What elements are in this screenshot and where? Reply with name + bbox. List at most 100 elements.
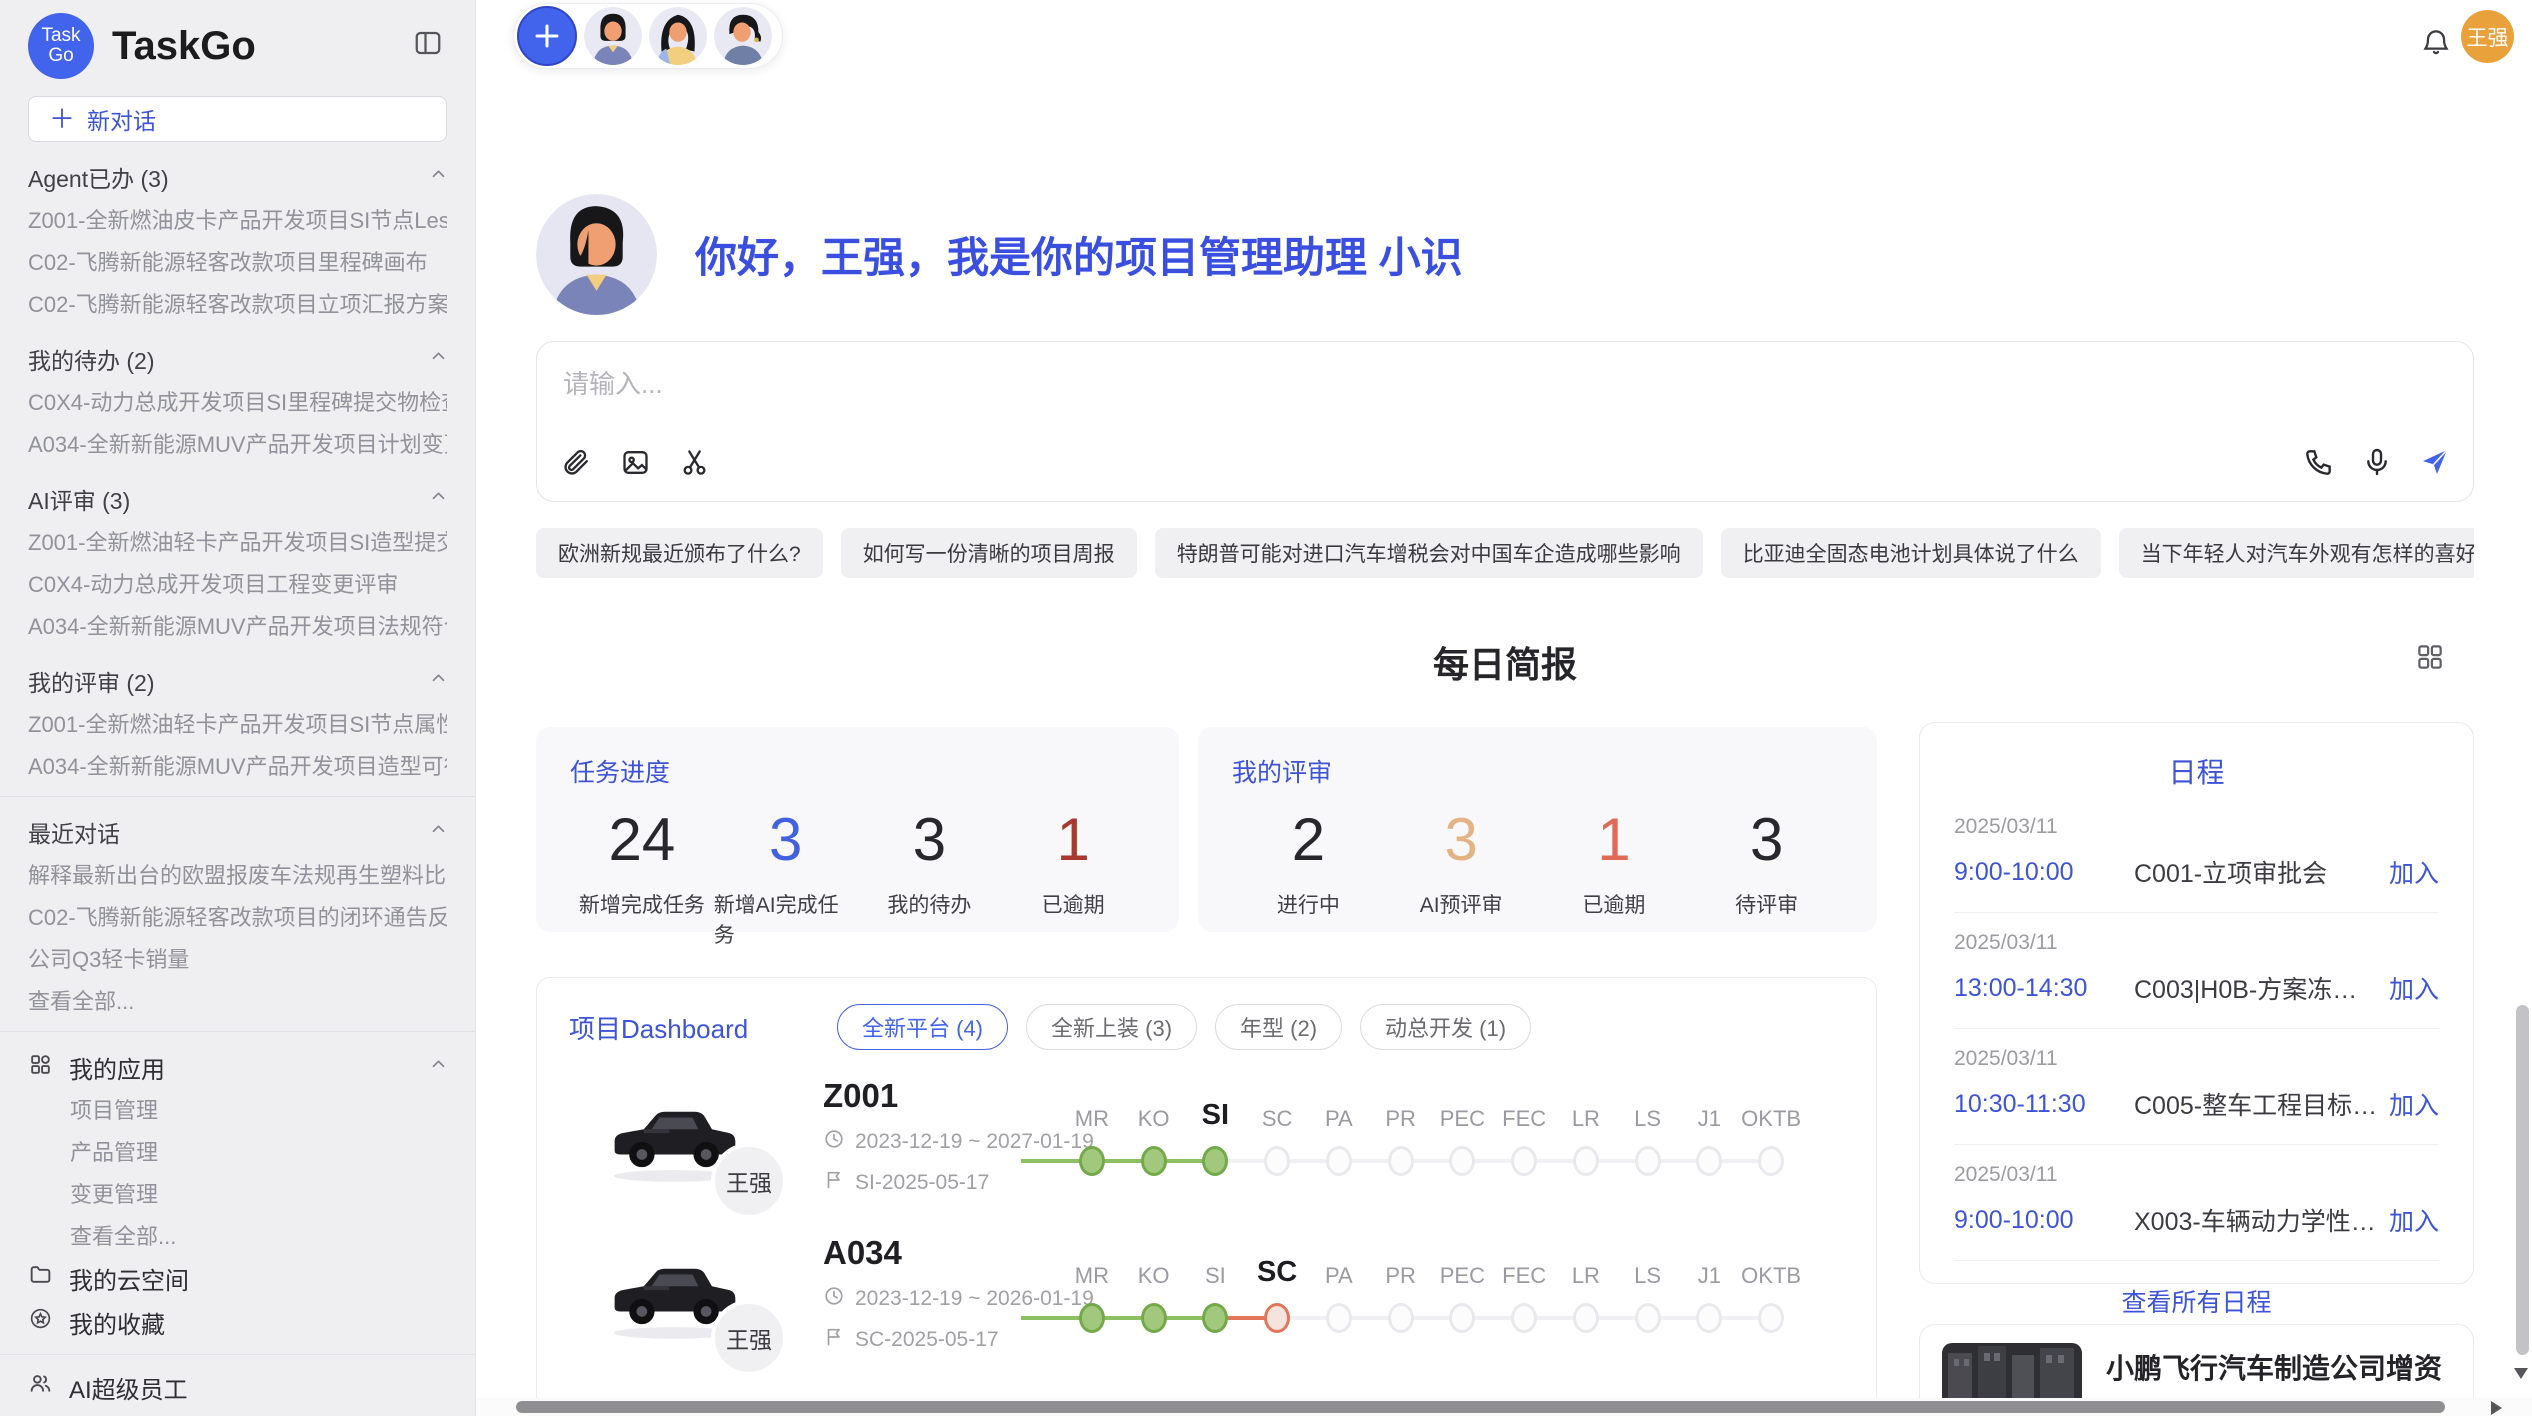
my-apps-left: 我的应用 [28, 1050, 165, 1085]
milestone-label: SI [1202, 1098, 1229, 1132]
app-item[interactable]: 查看全部... [28, 1214, 447, 1256]
sidebar-my-apps[interactable]: 我的应用 [28, 1046, 447, 1088]
app-item[interactable]: 项目管理 [28, 1088, 447, 1130]
sidebar-task-item[interactable]: A034-全新新能源MUV产品开发项目计划变更表编写 [28, 422, 447, 464]
send-icon[interactable] [2419, 446, 2451, 483]
app-item[interactable]: 产品管理 [28, 1130, 447, 1172]
milestone-label: MR [1075, 1255, 1109, 1289]
join-meeting-link[interactable]: 加入 [2389, 1086, 2439, 1122]
milestone-SC: SC [1246, 1098, 1308, 1176]
flag-icon [823, 1169, 845, 1197]
scroll-down-arrow[interactable] [2514, 1368, 2528, 1379]
sidebar-task-item[interactable]: C02-飞腾新能源轻客改款项目里程碑画布 [28, 240, 447, 282]
suggestion-chip[interactable]: 如何写一份清晰的项目周报 [841, 528, 1137, 578]
milestone-LS: LS [1617, 1255, 1679, 1333]
sidebar-tool-write[interactable]: 帮我写作 [28, 1409, 447, 1416]
dashboard-filter-chip[interactable]: 全新上装 (3) [1026, 1004, 1197, 1050]
join-meeting-link[interactable]: 加入 [2389, 1202, 2439, 1238]
sidebar-tool-people[interactable]: AI超级员工 [28, 1365, 447, 1409]
dashboard-filter-chip[interactable]: 年型 (2) [1215, 1004, 1342, 1050]
dashboard-filter-chip[interactable]: 动总开发 (1) [1360, 1004, 1531, 1050]
new-chat-label: 新对话 [87, 102, 156, 136]
chat-input[interactable]: 请输入... [563, 364, 663, 401]
sidebar-item-folder[interactable]: 我的云空间 [28, 1256, 447, 1300]
project-date-range: 2023-12-19 ~ 2026-01-19 [855, 1287, 1094, 1311]
vertical-scrollbar [2514, 0, 2530, 1398]
sidebar-section-0[interactable]: Agent已办 (3) [28, 156, 447, 198]
stat-card: 我的评审2进行中3AI预评审1已逾期3待评审 [1198, 727, 1877, 932]
project-row[interactable]: 王强Z0012023-12-19 ~ 2027-01-19SI-2025-05-… [537, 1058, 1876, 1215]
milestone-dot [1758, 1146, 1784, 1176]
stat-label: 已逾期 [1582, 889, 1645, 919]
sidebar-task-item[interactable]: Z001-全新燃油轻卡产品开发项目SI节点属性5D文件评审 [28, 702, 447, 744]
suggestion-chip[interactable]: 特朗普可能对进口汽车增税会对中国车企造成哪些影响 [1155, 528, 1703, 578]
stat-label: 我的待办 [887, 889, 971, 919]
image-icon[interactable] [620, 447, 651, 483]
add-assistant-button[interactable] [517, 6, 577, 66]
divider [0, 1354, 475, 1355]
recent-chat-item[interactable]: 解释最新出台的欧盟报废车法规再生塑料比例被调至15%... [28, 853, 447, 895]
plus-icon: ＋ [49, 106, 75, 132]
horizontal-scrollbar-thumb[interactable] [516, 1401, 2445, 1413]
stat-label: AI预评审 [1420, 889, 1503, 919]
briefing-layout-grid-icon[interactable] [2415, 642, 2445, 672]
mic-icon[interactable] [2361, 446, 2393, 483]
milestone-label: KO [1138, 1255, 1170, 1289]
paperclip-icon[interactable] [561, 447, 592, 483]
notifications-bell-icon[interactable] [2420, 26, 2452, 58]
briefing-stat-cards: 任务进度24新增完成任务3新增AI完成任务3我的待办1已逾期我的评审2进行中3A… [536, 727, 1877, 932]
event-row: 13:00-14:30C003|H0B-方案冻结评审加入 [1954, 970, 2439, 1006]
phone-icon[interactable] [2303, 446, 2335, 483]
scroll-right-arrow[interactable] [2491, 1401, 2502, 1415]
stat-columns: 2进行中3AI预评审1已逾期3待评审 [1232, 807, 1843, 919]
milestone-label: PA [1325, 1255, 1353, 1289]
sidebar-section-2[interactable]: AI评审 (3) [28, 478, 447, 520]
sidebar-item-star[interactable]: 我的收藏 [28, 1300, 447, 1344]
sidebar-item-label: 我的收藏 [69, 1305, 165, 1340]
assistant-avatar-3[interactable] [714, 7, 772, 65]
project-row[interactable]: 王强A0342023-12-19 ~ 2026-01-19SC-2025-05-… [537, 1215, 1876, 1372]
app-item[interactable]: 变更管理 [28, 1172, 447, 1214]
suggestion-chip[interactable]: 比亚迪全固态电池计划具体说了什么 [1721, 528, 2101, 578]
recent-chat-item[interactable]: 查看全部... [28, 979, 447, 1021]
milestone-PA: PA [1308, 1098, 1370, 1176]
suggestion-chip[interactable]: 欧洲新规最近颁布了什么? [536, 528, 823, 578]
join-meeting-link[interactable]: 加入 [2389, 970, 2439, 1006]
sidebar-task-item[interactable]: Z001-全新燃油皮卡产品开发项目SI节点Lesson Learn报告 [28, 198, 447, 240]
stat-value: 24 [609, 807, 676, 873]
sidebar-task-item[interactable]: A034-全新新能源MUV产品开发项目法规符合性评审 [28, 604, 447, 646]
divider [0, 1031, 475, 1032]
greeting-title: 你好，王强，我是你的项目管理助理 小识 [695, 224, 1463, 285]
milestone-dot [1079, 1303, 1105, 1333]
stat-value: 2 [1292, 807, 1325, 873]
sidebar-section-1-label: 我的待办 (2) [28, 342, 155, 376]
sidebar-section-recent[interactable]: 最近对话 [28, 811, 447, 853]
sidebar-task-item[interactable]: C0X4-动力总成开发项目工程变更评审 [28, 562, 447, 604]
sidebar-task-item[interactable]: A034-全新新能源MUV产品开发项目造型可行性评审 [28, 744, 447, 786]
sidebar-section-1[interactable]: 我的待办 (2) [28, 338, 447, 380]
sidebar-task-item[interactable]: C0X4-动力总成开发项目SI里程碑提交物检查 [28, 380, 447, 422]
sidebar-collapse-icon[interactable] [413, 28, 445, 60]
event-name: C003|H0B-方案冻结评审 [2134, 970, 2379, 1006]
scissors-icon[interactable] [679, 447, 710, 483]
recent-chat-item[interactable]: C02-飞腾新能源轻客改款项目的闭环通告反馈情况 [28, 895, 447, 937]
assistant-avatar-1[interactable] [584, 7, 642, 65]
sidebar-section-3[interactable]: 我的评审 (2) [28, 660, 447, 702]
milestone-KO: KO [1123, 1098, 1185, 1176]
user-avatar[interactable]: 王强 [2461, 10, 2514, 63]
schedule-event: 2025/03/119:00-10:00C001-立项审批会加入 [1954, 797, 2439, 913]
milestone-KO: KO [1123, 1255, 1185, 1333]
sidebar-task-item[interactable]: Z001-全新燃油轻卡产品开发项目SI造型提交物评审 [28, 520, 447, 562]
assistant-avatar-2[interactable] [649, 7, 707, 65]
vertical-scrollbar-thumb[interactable] [2516, 1005, 2529, 1355]
dashboard-filter-chip[interactable]: 全新平台 (4) [837, 1004, 1008, 1050]
sidebar-task-item[interactable]: C02-飞腾新能源轻客改款项目立项汇报方案 [28, 282, 447, 324]
project-owner-chip: 王强 [711, 1300, 787, 1376]
recent-chat-item[interactable]: 公司Q3轻卡销量 [28, 937, 447, 979]
suggestion-chip[interactable]: 当下年轻人对汽车外观有怎样的喜好趋势 [2119, 528, 2474, 578]
new-chat-button[interactable]: ＋ 新对话 [28, 96, 447, 142]
join-meeting-link[interactable]: 加入 [2389, 854, 2439, 890]
dashboard-filters: 全新平台 (4) 全新上装 (3) 年型 (2) 动总开发 (1) [837, 1004, 1531, 1050]
milestone-dot [1264, 1303, 1290, 1333]
milestone-dot [1635, 1146, 1661, 1176]
